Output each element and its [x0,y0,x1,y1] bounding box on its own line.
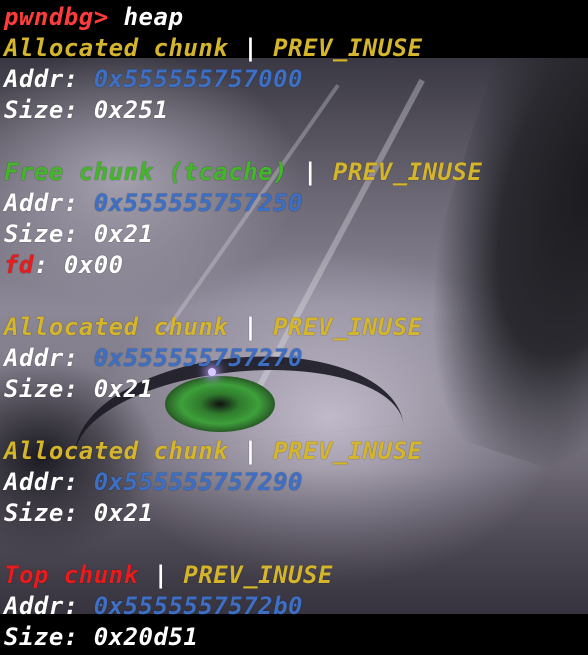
size-label: Size: [4,375,79,403]
chunk-size: 0x21 [93,375,154,403]
size-label: Size: [4,220,79,248]
chunk-address[interactable]: 0x555555757290 [94,468,303,496]
chunk-flag: PREV_INUSE [183,561,333,589]
separator: | [243,313,259,341]
terminal-output: pwndbg> heap Allocated chunk | PREV_INUS… [0,0,588,655]
size-label: Size: [4,499,79,527]
size-label: Size: [4,96,79,124]
chunk-size-line: Size: 0x21 [4,219,154,250]
separator: | [303,158,318,186]
addr-label: Addr: [4,65,79,93]
chunk-address[interactable]: 0x555555757270 [94,344,303,372]
terminal-window[interactable]: pwndbg> heap Allocated chunk | PREV_INUS… [0,0,588,655]
chunk-address[interactable]: 0x555555757000 [94,65,303,93]
chunk-size: 0x21 [93,220,154,248]
chunk-size-line: Size: 0x20d51 [4,622,198,653]
chunk-flag: PREV_INUSE [273,34,423,62]
chunk-size: 0x251 [93,96,169,124]
chunk-addr-line: Addr: 0x555555757250 [4,188,303,219]
chunk-header: Allocated chunk | PREV_INUSE [4,312,423,343]
command-line: pwndbg> heap [4,2,183,33]
chunk-header: Free chunk (tcache) | PREV_INUSE [4,157,482,188]
chunk-address[interactable]: 0x5555557572b0 [94,592,303,620]
chunk-size: 0x20d51 [93,623,199,651]
size-label: Size: [4,623,79,651]
chunk-fd-line: fd: 0x00 [4,250,124,281]
chunk-type: Allocated chunk [4,313,229,341]
addr-label: Addr: [4,592,79,620]
chunk-size-line: Size: 0x21 [4,498,154,529]
chunk-size-line: Size: 0x21 [4,374,154,405]
chunk-flag: PREV_INUSE [332,158,483,186]
addr-label: Addr: [4,468,79,496]
chunk-addr-line: Addr: 0x555555757000 [4,64,303,95]
chunk-addr-line: Addr: 0x5555557572b0 [4,591,303,622]
fd-value: 0x00 [63,251,124,279]
chunk-header: Allocated chunk | PREV_INUSE [4,436,423,467]
chunk-flag: PREV_INUSE [273,437,423,465]
command-text: heap [123,3,184,31]
chunk-type: Free chunk (tcache) [4,158,289,186]
addr-label: Addr: [4,189,79,217]
fd-label: fd [4,251,34,279]
separator: | [153,561,169,589]
chunk-header: Allocated chunk | PREV_INUSE [4,33,423,64]
chunk-type: Top chunk [4,561,139,589]
chunk-type: Allocated chunk [4,34,229,62]
prompt: pwndbg> [4,3,109,31]
chunk-size-line: Size: 0x251 [4,95,168,126]
fd-separator: : [33,251,49,279]
chunk-flag: PREV_INUSE [273,313,423,341]
chunk-header: Top chunk | PREV_INUSE [4,560,333,591]
separator: | [243,437,259,465]
chunk-addr-line: Addr: 0x555555757270 [4,343,303,374]
addr-label: Addr: [4,344,79,372]
chunk-addr-line: Addr: 0x555555757290 [4,467,303,498]
chunk-address[interactable]: 0x555555757250 [94,189,303,217]
chunk-type: Allocated chunk [4,437,229,465]
chunk-size: 0x21 [93,499,154,527]
separator: | [243,34,259,62]
